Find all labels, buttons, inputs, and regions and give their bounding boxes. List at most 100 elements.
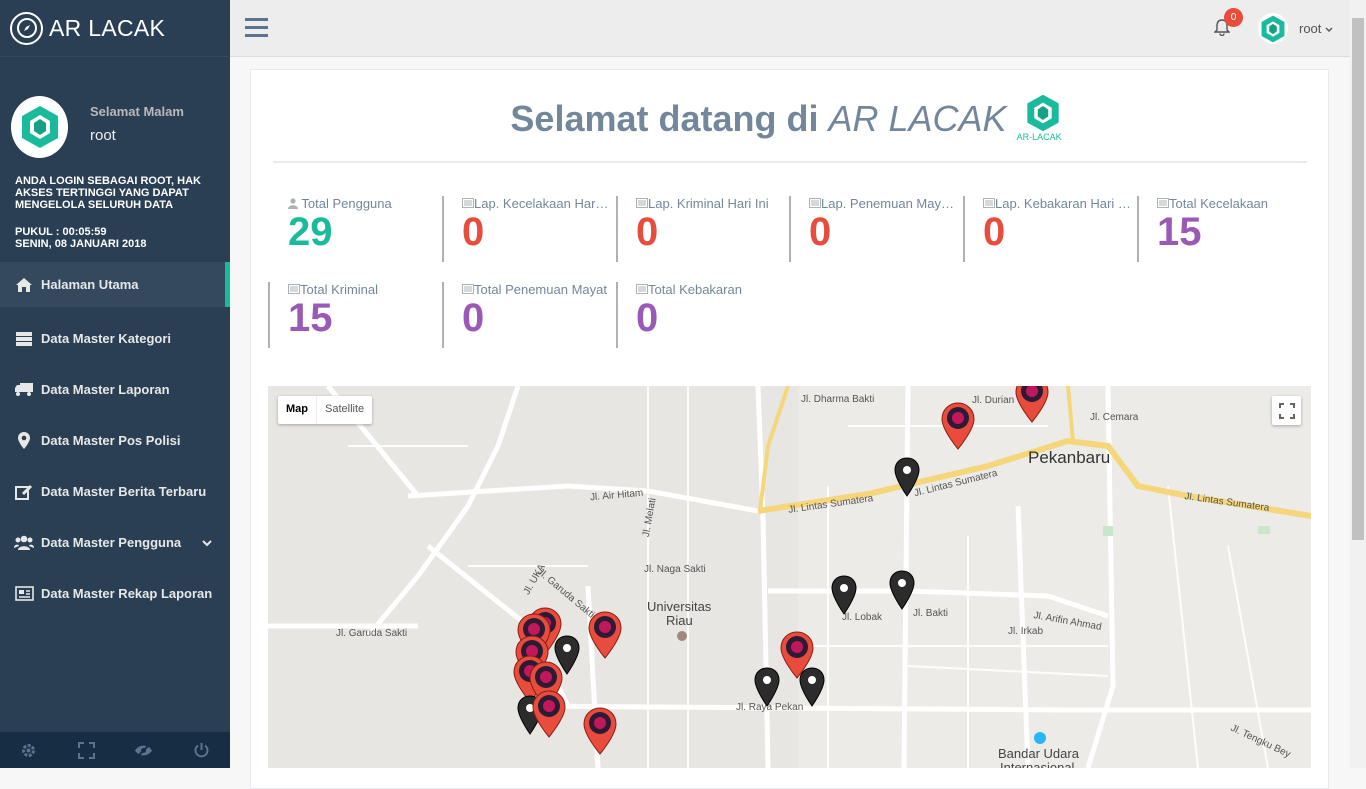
stat-label: Lap. Penemuan Mayat Hari Ini [809,196,957,211]
police-marker[interactable] [754,667,780,707]
police-marker[interactable] [894,457,920,497]
incident-marker[interactable] [588,611,622,659]
newspaper-icon [1157,198,1169,208]
incident-map[interactable]: Pekanbaru Universitas Riau Bandar Udara … [268,386,1311,768]
stat-tile: Lap. Kebakaran Hari Ini 0 [963,196,1137,282]
eye-slash-icon[interactable] [115,732,173,768]
tile-divider [963,196,965,262]
stat-tile: Total Kecelakaan 15 [1137,196,1311,282]
map-type-map-button[interactable]: Map [278,396,316,424]
chevron-down-icon [1325,27,1333,32]
notification-badge: 0 [1224,8,1243,27]
incident-marker[interactable] [583,707,617,755]
sidebar-item-label: Data Master Rekap Laporan [41,586,213,601]
sidebar-item-pos-polisi[interactable]: Data Master Pos Polisi [0,415,230,466]
sidebar-item-berita[interactable]: Data Master Berita Terbaru [0,466,230,517]
newspaper-icon [462,198,474,208]
user-menu[interactable]: root [1299,21,1333,36]
welcome-prefix: Selamat datang di [510,98,829,139]
stat-label: Lap. Kriminal Hari Ini [636,196,784,211]
airport-icon [1034,732,1046,744]
chevron-down-icon [202,535,212,550]
sidebar-menu: Halaman Utama Data Master Kategori Data … [0,262,230,619]
incident-marker[interactable] [532,690,566,738]
brand-title: AR LACAK [49,14,166,41]
stat-label: Total Kriminal [288,282,436,297]
app-logo: AR-LACAK [1017,93,1069,142]
stat-tile: Lap. Kecelakaan Hari Ini 0 [442,196,616,282]
tile-divider [616,196,618,262]
map-type-satellite-button[interactable]: Satellite [316,396,372,424]
sidebar-item-label: Halaman Utama [41,277,139,292]
stat-tile: Total Penemuan Mayat 0 [442,282,616,368]
tile-divider [1137,196,1139,262]
scrollbar-thumb[interactable] [1352,18,1364,540]
power-icon[interactable] [173,732,231,768]
stat-value: 15 [1157,210,1202,254]
tile-divider [268,282,270,348]
sidebar-item-rekap[interactable]: Data Master Rekap Laporan [0,568,230,619]
incident-marker[interactable] [1015,386,1049,423]
stat-label: Total Pengguna [288,196,436,211]
user-icon [288,198,298,209]
truck-icon [14,382,34,397]
newspaper-icon [983,198,995,208]
tile-divider [789,196,791,262]
stat-value: 0 [983,210,1006,254]
tile-divider [616,282,618,348]
sidebar-item-halaman-utama[interactable]: Halaman Utama [0,262,230,307]
newspaper-icon [636,284,648,294]
user-menu-label: root [1299,21,1322,36]
clock-time: PUKUL : 00:05:59 [15,226,107,238]
sidebar-item-laporan[interactable]: Data Master Laporan [0,364,230,415]
page-scrollbar[interactable] [1350,0,1366,768]
stat-label: Lap. Kecelakaan Hari Ini [462,196,610,211]
sidebar-item-label: Data Master Laporan [41,382,170,397]
sidebar: AR LACAK Selamat Malam root ANDA LOGIN S… [0,0,230,768]
stat-value: 29 [288,210,333,254]
university-icon [677,631,687,641]
newspaper-icon [462,284,474,294]
profile: Selamat Malam root [0,57,230,177]
top-navbar: 0 root [230,0,1350,57]
police-marker[interactable] [799,667,825,707]
police-marker[interactable] [889,570,915,610]
server-icon [14,331,34,347]
stat-tile: Lap. Penemuan Mayat Hari Ini 0 [789,196,963,282]
stat-value: 0 [462,210,485,254]
sidebar-item-pengguna[interactable]: Data Master Pengguna [0,517,230,568]
avatar [11,96,68,158]
brand[interactable]: AR LACAK [0,0,230,57]
menu-toggle-icon[interactable] [245,17,268,42]
stat-label: Total Kebakaran [636,282,784,297]
stat-label: Total Kecelakaan [1157,196,1305,211]
stat-label: Total Penemuan Mayat [462,282,610,297]
greeting: Selamat Malam [90,104,184,119]
map-marker-icon [14,432,34,449]
fullscreen-icon[interactable] [58,732,116,768]
gear-icon[interactable] [0,732,58,768]
login-info: ANDA LOGIN SEBAGAI ROOT, HAK AKSES TERTI… [15,175,201,211]
police-marker[interactable] [831,575,857,615]
tile-divider [442,282,444,348]
incident-marker[interactable] [941,402,975,450]
profile-username: root [90,127,116,144]
stat-value: 0 [809,210,832,254]
sidebar-item-label: Data Master Berita Terbaru [41,484,207,499]
newspaper-icon [14,586,34,601]
newspaper-icon [636,198,648,208]
map-markers [513,386,1049,755]
stat-tile: Total Kebakaran 0 [616,282,790,368]
user-avatar[interactable] [1258,13,1288,44]
stat-value: 0 [462,296,485,340]
sidebar-item-label: Data Master Pengguna [41,535,182,550]
clock-date: SENIN, 08 JANUARI 2018 [15,238,147,250]
map-type-control: Map Satellite [278,396,373,424]
users-icon [14,535,34,550]
map-fullscreen-icon[interactable] [1272,396,1301,425]
welcome-app-name: AR LACAK [828,98,1007,139]
edit-icon [14,484,34,500]
sidebar-item-kategori[interactable]: Data Master Kategori [0,313,230,364]
stat-value: 0 [636,296,659,340]
divider [273,161,1307,163]
